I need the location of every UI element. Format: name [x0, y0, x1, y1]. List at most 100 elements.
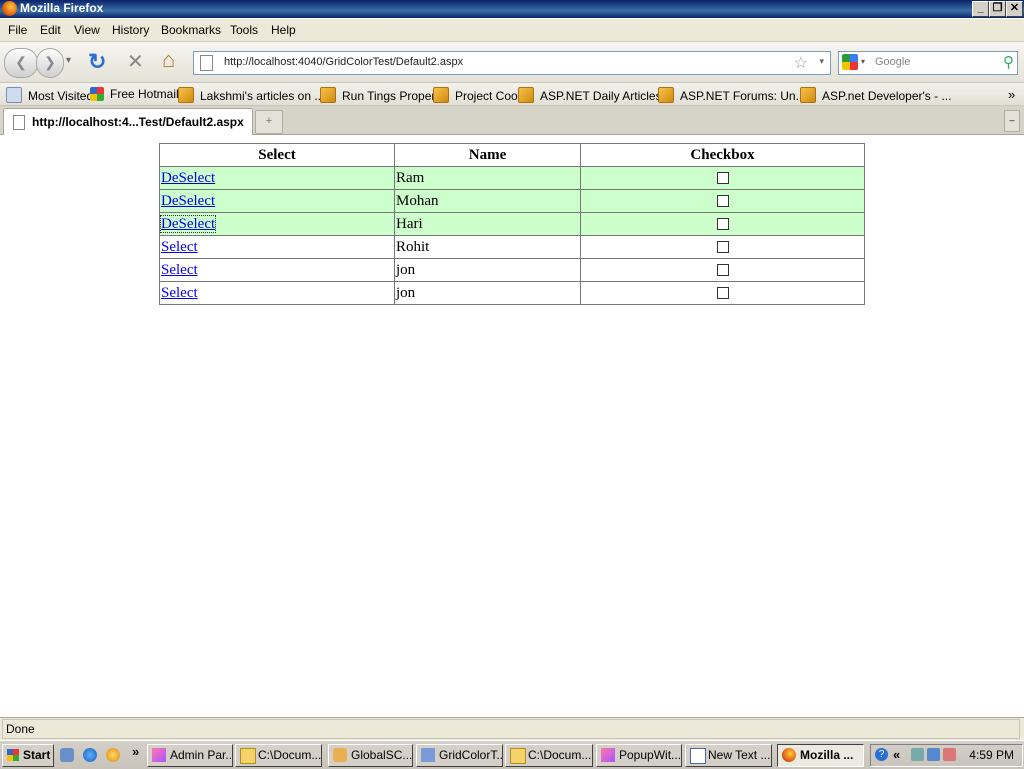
history-dropdown-icon[interactable]: ▾ [66, 55, 71, 66]
menu-bookmarks[interactable]: Bookmarks [161, 23, 221, 37]
internet-explorer-icon[interactable] [83, 748, 97, 762]
search-icon[interactable]: ⚲ [1003, 53, 1014, 71]
search-input[interactable]: Google [875, 56, 910, 68]
row-checkbox[interactable] [716, 264, 729, 277]
firefox-icon [2, 1, 17, 16]
url-dropdown-icon[interactable]: ▾ [819, 56, 824, 67]
menu-file[interactable]: File [8, 23, 27, 37]
menu-help[interactable]: Help [271, 23, 296, 37]
reload-icon[interactable]: ↻ [88, 49, 106, 75]
task-new-text[interactable]: New Text ... [685, 744, 772, 767]
row-checkbox[interactable] [716, 287, 729, 300]
table-row: DeSelect Ram [159, 166, 865, 190]
task-popupwit[interactable]: PopupWit... [596, 744, 682, 767]
google-icon[interactable] [842, 54, 858, 70]
bookmarks-overflow-icon[interactable]: » [1008, 87, 1015, 102]
table-row: DeSelect Mohan [159, 189, 865, 213]
tab-list-button[interactable]: – [1004, 110, 1020, 132]
home-icon[interactable]: ⌂ [162, 47, 175, 73]
firefox-icon [782, 748, 796, 762]
select-link[interactable]: Select [161, 239, 198, 255]
table-row: Select jon [159, 281, 865, 305]
bookmark-free-hotmail[interactable]: Free Hotmail [90, 87, 179, 101]
select-cell: Select [159, 235, 395, 259]
connection-icon[interactable] [927, 748, 940, 761]
row-checkbox[interactable] [716, 172, 729, 185]
menu-tools[interactable]: Tools [230, 23, 258, 37]
rss-icon [178, 87, 194, 103]
select-link[interactable]: Select [161, 262, 198, 278]
windows-flag-icon [90, 87, 104, 101]
menu-history[interactable]: History [112, 23, 149, 37]
tray-expand-icon[interactable]: « [893, 747, 900, 762]
start-button[interactable]: Start [2, 744, 54, 767]
menu-edit[interactable]: Edit [40, 23, 61, 37]
window-icon [421, 748, 435, 762]
app-icon [333, 748, 347, 762]
checkbox-cell [580, 166, 865, 190]
search-engine-dropdown-icon[interactable]: ▾ [861, 57, 865, 66]
menu-view[interactable]: View [74, 23, 100, 37]
messenger-icon[interactable] [943, 748, 956, 761]
bookmark-aspnet-daily[interactable]: ASP.NET Daily Articles [518, 87, 662, 103]
forward-button[interactable]: ❯ [36, 48, 64, 78]
select-cell: DeSelect [159, 212, 395, 236]
show-desktop-icon[interactable] [60, 748, 74, 762]
network-icon[interactable] [911, 748, 924, 761]
status-panel [2, 719, 1020, 739]
deselect-link[interactable]: DeSelect [161, 170, 215, 186]
select-link[interactable]: Select [161, 285, 198, 301]
row-checkbox[interactable] [716, 218, 729, 231]
task-globalsc[interactable]: GlobalSC... [328, 744, 413, 767]
grid-header-row: Select Name Checkbox [159, 143, 865, 167]
task-c-docum-2[interactable]: C:\Docum... [505, 744, 593, 767]
row-checkbox[interactable] [716, 241, 729, 254]
table-row: DeSelect Hari [159, 212, 865, 236]
quicklaunch-more-icon[interactable]: » [132, 744, 139, 759]
help-icon[interactable]: ? [875, 748, 888, 761]
url-bar[interactable]: http://localhost:4040/GridColorTest/Defa… [193, 51, 831, 75]
task-mozilla[interactable]: Mozilla ... [777, 744, 864, 767]
deselect-link[interactable]: DeSelect [159, 214, 217, 233]
minimize-button[interactable]: _ [972, 1, 989, 17]
clock[interactable]: 4:59 PM [969, 748, 1014, 762]
outlook-icon[interactable] [106, 748, 120, 762]
page-icon [13, 115, 25, 130]
table-row: Select Rohit [159, 235, 865, 259]
title-bar[interactable]: Mozilla Firefox _ ❐ ✕ [0, 0, 1024, 18]
back-button[interactable]: ❮ [4, 48, 38, 78]
bookmark-most-visited[interactable]: Most Visited [6, 87, 93, 103]
header-name: Name [394, 143, 581, 167]
notepad-icon [690, 748, 706, 764]
bookmark-run-tings-proper[interactable]: Run Tings Proper [320, 87, 435, 103]
folder-icon [240, 748, 256, 764]
row-checkbox[interactable] [716, 195, 729, 208]
status-text: Done [6, 722, 35, 736]
tab-strip: http://localhost:4...Test/Default2.aspx … [0, 106, 1024, 135]
close-button[interactable]: ✕ [1006, 1, 1023, 17]
tab-title: http://localhost:4...Test/Default2.aspx [32, 115, 244, 129]
maximize-button[interactable]: ❐ [989, 1, 1006, 17]
url-text[interactable]: http://localhost:4040/GridColorTest/Defa… [224, 56, 463, 68]
stop-icon[interactable]: ✕ [127, 49, 144, 74]
bookmark-star-icon[interactable]: ☆ [794, 53, 808, 73]
bookmark-project-cool[interactable]: Project Cool [433, 87, 520, 103]
task-admin-par[interactable]: Admin Par... [147, 744, 233, 767]
rss-icon [658, 87, 674, 103]
folder-icon [510, 748, 526, 764]
task-gridcolort[interactable]: GridColorT... [416, 744, 503, 767]
deselect-link[interactable]: DeSelect [161, 193, 215, 209]
select-cell: DeSelect [159, 189, 395, 213]
checkbox-cell [580, 189, 865, 213]
tab-default2[interactable]: http://localhost:4...Test/Default2.aspx [3, 108, 253, 135]
table-row: Select jon [159, 258, 865, 282]
vs-icon [152, 748, 166, 762]
search-box[interactable]: ▾ Google ⚲ [838, 51, 1018, 75]
bookmark-aspnet-developer[interactable]: ASP.net Developer's - ... [800, 87, 951, 103]
task-c-docum-1[interactable]: C:\Docum... [235, 744, 322, 767]
bookmark-aspnet-forums[interactable]: ASP.NET Forums: Un... [658, 87, 806, 103]
name-cell: jon [394, 258, 581, 282]
bookmark-lakshmi[interactable]: Lakshmi's articles on ... [178, 87, 324, 103]
select-cell: Select [159, 281, 395, 305]
new-tab-button[interactable]: + [255, 110, 283, 134]
